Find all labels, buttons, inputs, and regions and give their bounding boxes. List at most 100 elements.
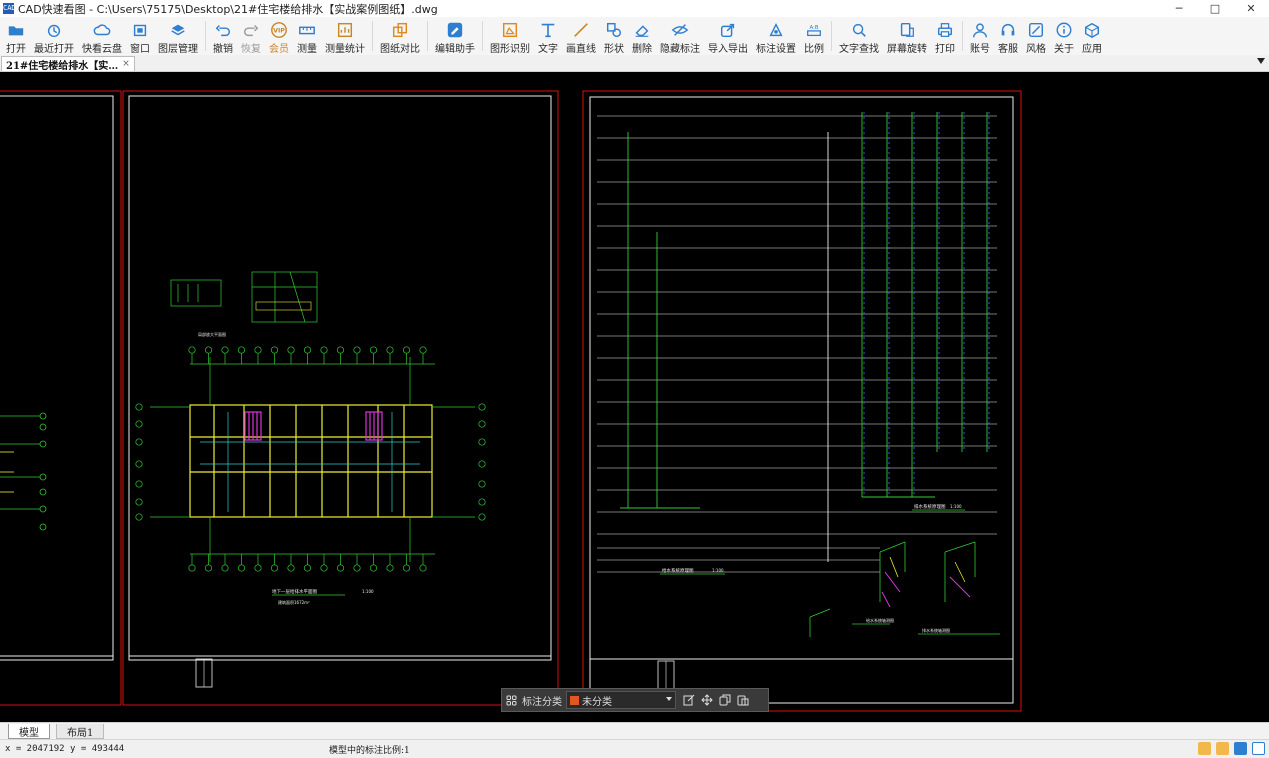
cad-app-icon: CAD bbox=[3, 3, 16, 14]
toolbar-label: 打开 bbox=[6, 44, 26, 55]
floor-plan-scale: 1:100 bbox=[362, 589, 374, 594]
paste-icon[interactable] bbox=[734, 691, 752, 709]
edit-mark-icon[interactable] bbox=[680, 691, 698, 709]
toolbar-account-button[interactable]: 账号 bbox=[966, 17, 994, 55]
toolbar-vip-button[interactable]: VIP 会员 bbox=[265, 17, 293, 55]
document-tab[interactable]: 21#住宅楼给排水【实… × bbox=[1, 56, 135, 72]
category-color-swatch bbox=[570, 695, 579, 705]
toolbar-text-button[interactable]: 文字 bbox=[534, 17, 562, 55]
pc-mode-icon[interactable] bbox=[1234, 742, 1247, 755]
mark-category-select[interactable]: 未分类 bbox=[566, 691, 676, 709]
toolbar-label: 撤销 bbox=[213, 44, 233, 55]
tab-model[interactable]: 模型 bbox=[8, 724, 50, 739]
toolbar-line-button[interactable]: 画直线 bbox=[562, 17, 600, 55]
toolbar-service-button[interactable]: 客服 bbox=[994, 17, 1022, 55]
annotation-scale-text: 模型中的标注比例:1 bbox=[329, 745, 410, 756]
draw-line-icon bbox=[572, 17, 590, 39]
toolbar-label: 窗口 bbox=[130, 44, 150, 55]
toolbar-label: 屏幕旋转 bbox=[887, 44, 927, 55]
document-tab-label: 21#住宅楼给排水【实… bbox=[6, 60, 119, 72]
ruler-icon bbox=[298, 17, 316, 39]
toolbar-separator bbox=[427, 21, 428, 51]
svg-text:VIP: VIP bbox=[273, 28, 285, 35]
toolbar-ratio-button[interactable]: A:B 比例 bbox=[800, 17, 828, 55]
toolbar-separator bbox=[831, 21, 832, 51]
toolbar-label: 隐藏标注 bbox=[660, 44, 700, 55]
snap-toggle-icon[interactable] bbox=[1198, 742, 1211, 755]
toolbar-open-button[interactable]: 打开 bbox=[2, 17, 30, 55]
headset-icon bbox=[999, 17, 1017, 39]
layer-toggle-icon[interactable] bbox=[1216, 742, 1229, 755]
maximize-button[interactable]: □ bbox=[1197, 0, 1233, 17]
toolbar-rotate-button[interactable]: 屏幕旋转 bbox=[883, 17, 931, 55]
toolbar-measure-button[interactable]: 测量 bbox=[293, 17, 321, 55]
toolbar-label: 图层管理 bbox=[158, 44, 198, 55]
eraser-icon bbox=[633, 17, 651, 39]
mark-category-label: 标注分类 bbox=[522, 696, 562, 708]
cad-drawing: 地下一层给排水平面图 1:100 建筑面积1672m² 局部放大平面图 给水系统… bbox=[0, 90, 1022, 712]
layers-icon bbox=[169, 17, 187, 39]
toolbar-compare-button[interactable]: 图纸对比 bbox=[376, 17, 424, 55]
toolbar-redo-button[interactable]: 恢复 bbox=[237, 17, 265, 55]
fullscreen-icon[interactable] bbox=[1252, 742, 1265, 755]
tab-layout1[interactable]: 布局1 bbox=[56, 724, 105, 739]
close-button[interactable]: ✕ bbox=[1233, 0, 1269, 17]
minimize-button[interactable]: ─ bbox=[1161, 0, 1197, 17]
toolbar-label: 关于 bbox=[1054, 44, 1074, 55]
sheet-1-floor-plan: 地下一层给排水平面图 1:100 建筑面积1672m² 局部放大平面图 bbox=[122, 90, 559, 706]
toolbar-label: 图形识别 bbox=[490, 44, 530, 55]
toolbar-shape-recognize-button[interactable]: 图形识别 bbox=[486, 17, 534, 55]
tab-dropdown-icon[interactable] bbox=[1257, 58, 1265, 64]
style-icon bbox=[1027, 17, 1045, 39]
toolbar-label: 图纸对比 bbox=[380, 44, 420, 55]
printer-icon bbox=[936, 17, 954, 39]
toolbar-label: 比例 bbox=[804, 44, 824, 55]
toolbar-measure-stats-button[interactable]: 测量统计 bbox=[321, 17, 369, 55]
info-icon bbox=[1055, 17, 1073, 39]
toolbar-print-button[interactable]: 打印 bbox=[931, 17, 959, 55]
toolbar-cloud-button[interactable]: 快看云盘 bbox=[78, 17, 126, 55]
floor-plan-title: 地下一层给排水平面图 bbox=[272, 588, 317, 595]
compare-sheets-icon bbox=[391, 17, 409, 39]
toolbar-recent-button[interactable]: 最近打开 bbox=[30, 17, 78, 55]
sheet-2-riser-diagrams: 给水系统原理图 1:100 排水系统原理图 1:100 给水系统轴测图 排水系统… bbox=[582, 90, 1022, 712]
toolbar-label: 快看云盘 bbox=[82, 44, 122, 55]
window-title: CAD快速看图 - C:\Users\75175\Desktop\21#住宅楼给… bbox=[18, 2, 438, 16]
mark-settings-icon bbox=[767, 17, 785, 39]
toolbar-window-button[interactable]: 窗口 bbox=[126, 17, 154, 55]
toolbar-layers-button[interactable]: 图层管理 bbox=[154, 17, 202, 55]
toolbar-style-button[interactable]: 风格 bbox=[1022, 17, 1050, 55]
toolbar-label: 形状 bbox=[604, 44, 624, 55]
toolbar-edit-assist-button[interactable]: 编辑助手 bbox=[431, 17, 479, 55]
clock-history-icon bbox=[45, 17, 63, 39]
toolbar-shape-button[interactable]: 形状 bbox=[600, 17, 628, 55]
toolbar-apps-button[interactable]: 应用 bbox=[1078, 17, 1106, 55]
toolbar-delete-button[interactable]: 删除 bbox=[628, 17, 656, 55]
toolbar-about-button[interactable]: 关于 bbox=[1050, 17, 1078, 55]
move-icon[interactable] bbox=[698, 691, 716, 709]
toolbar-undo-button[interactable]: 撤销 bbox=[209, 17, 237, 55]
sheet-left-partial bbox=[0, 90, 122, 706]
toolbar-mark-settings-button[interactable]: 标注设置 bbox=[752, 17, 800, 55]
window-frame-icon bbox=[131, 17, 149, 39]
drawing-canvas[interactable]: 地下一层给排水平面图 1:100 建筑面积1672m² 局部放大平面图 给水系统… bbox=[0, 72, 1269, 722]
shape-recognize-icon bbox=[501, 17, 519, 39]
close-tab-icon[interactable]: × bbox=[122, 59, 130, 69]
toolbar-label: 风格 bbox=[1026, 44, 1046, 55]
riser-title-1: 给水系统原理图 bbox=[662, 567, 694, 574]
toolbar-import-export-button[interactable]: 导入导出 bbox=[704, 17, 752, 55]
toolbar-text-search-button[interactable]: 文字查找 bbox=[835, 17, 883, 55]
ratio-icon: A:B bbox=[805, 17, 823, 39]
toolbar-label: 应用 bbox=[1082, 44, 1102, 55]
annotation-float-toolbar: 标注分类 未分类 bbox=[501, 688, 769, 712]
toolbar-label: 会员 bbox=[269, 44, 289, 55]
status-bar: x = 2047192 y = 493444 模型中的标注比例:1 bbox=[0, 739, 1269, 758]
grid-menu-icon[interactable] bbox=[502, 691, 520, 709]
user-icon bbox=[971, 17, 989, 39]
toolbar-hide-marks-button[interactable]: 隐藏标注 bbox=[656, 17, 704, 55]
toolbar-label: 导入导出 bbox=[708, 44, 748, 55]
import-export-icon bbox=[719, 17, 737, 39]
copy-icon[interactable] bbox=[716, 691, 734, 709]
undo-icon bbox=[214, 17, 232, 39]
folder-open-icon bbox=[7, 17, 25, 39]
